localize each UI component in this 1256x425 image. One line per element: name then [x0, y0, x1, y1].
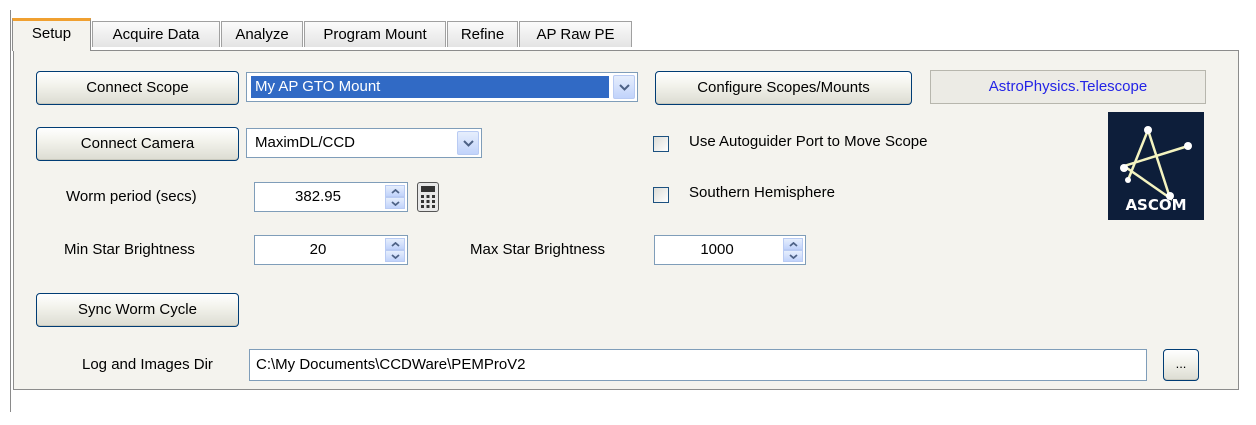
- tab-program-mount[interactable]: Program Mount: [304, 21, 446, 47]
- max-star-spin[interactable]: [783, 238, 803, 262]
- dropdown-arrow-icon[interactable]: [613, 75, 635, 99]
- spin-down-icon[interactable]: [385, 250, 405, 262]
- max-star-value: 1000: [700, 241, 734, 258]
- calculator-icon[interactable]: [417, 182, 439, 212]
- connect-camera-button[interactable]: Connect Camera: [36, 127, 239, 161]
- worm-period-value: 382.95: [295, 188, 341, 205]
- ascom-logo: ASCOM: [1108, 112, 1204, 220]
- scope-select-value: My AP GTO Mount: [251, 76, 609, 98]
- driver-id-field: AstroPhysics.Telescope: [930, 70, 1206, 104]
- worm-period-spin[interactable]: [385, 185, 405, 209]
- scope-select[interactable]: My AP GTO Mount: [246, 72, 638, 102]
- log-dir-input[interactable]: C:\My Documents\CCDWare\PEMProV2: [249, 349, 1147, 381]
- southern-hemisphere-label: Southern Hemisphere: [689, 184, 835, 201]
- spin-up-icon[interactable]: [783, 238, 803, 250]
- tab-analyze[interactable]: Analyze: [221, 21, 303, 47]
- ascom-logo-text: ASCOM: [1125, 196, 1187, 214]
- min-star-value: 20: [309, 241, 327, 258]
- dropdown-arrow-icon[interactable]: [457, 131, 479, 155]
- camera-select[interactable]: MaximDL/CCD: [246, 128, 482, 158]
- min-star-spin[interactable]: [385, 238, 405, 262]
- worm-period-label: Worm period (secs): [66, 188, 197, 205]
- tab-setup[interactable]: Setup: [12, 18, 91, 51]
- autoguider-label: Use Autoguider Port to Move Scope: [689, 133, 928, 150]
- min-star-label: Min Star Brightness: [64, 241, 195, 258]
- spin-up-icon[interactable]: [385, 238, 405, 250]
- log-dir-label: Log and Images Dir: [82, 356, 213, 373]
- connect-scope-button[interactable]: Connect Scope: [36, 71, 239, 105]
- sync-worm-cycle-button[interactable]: Sync Worm Cycle: [36, 293, 239, 327]
- spin-down-icon[interactable]: [385, 197, 405, 209]
- tab-ap-raw-pe[interactable]: AP Raw PE: [519, 21, 632, 47]
- spin-up-icon[interactable]: [385, 185, 405, 197]
- spin-down-icon[interactable]: [783, 250, 803, 262]
- configure-scopes-button[interactable]: Configure Scopes/Mounts: [655, 71, 912, 105]
- worm-period-stepper[interactable]: 382.95: [254, 182, 408, 212]
- max-star-label: Max Star Brightness: [470, 241, 606, 258]
- southern-hemisphere-checkbox[interactable]: [653, 187, 669, 203]
- max-star-stepper[interactable]: 1000: [654, 235, 806, 265]
- min-star-stepper[interactable]: 20: [254, 235, 408, 265]
- browse-button[interactable]: ...: [1163, 349, 1199, 381]
- camera-select-value: MaximDL/CCD: [255, 134, 356, 151]
- tab-refine[interactable]: Refine: [447, 21, 518, 47]
- tab-acquire-data[interactable]: Acquire Data: [92, 21, 220, 47]
- autoguider-checkbox[interactable]: [653, 136, 669, 152]
